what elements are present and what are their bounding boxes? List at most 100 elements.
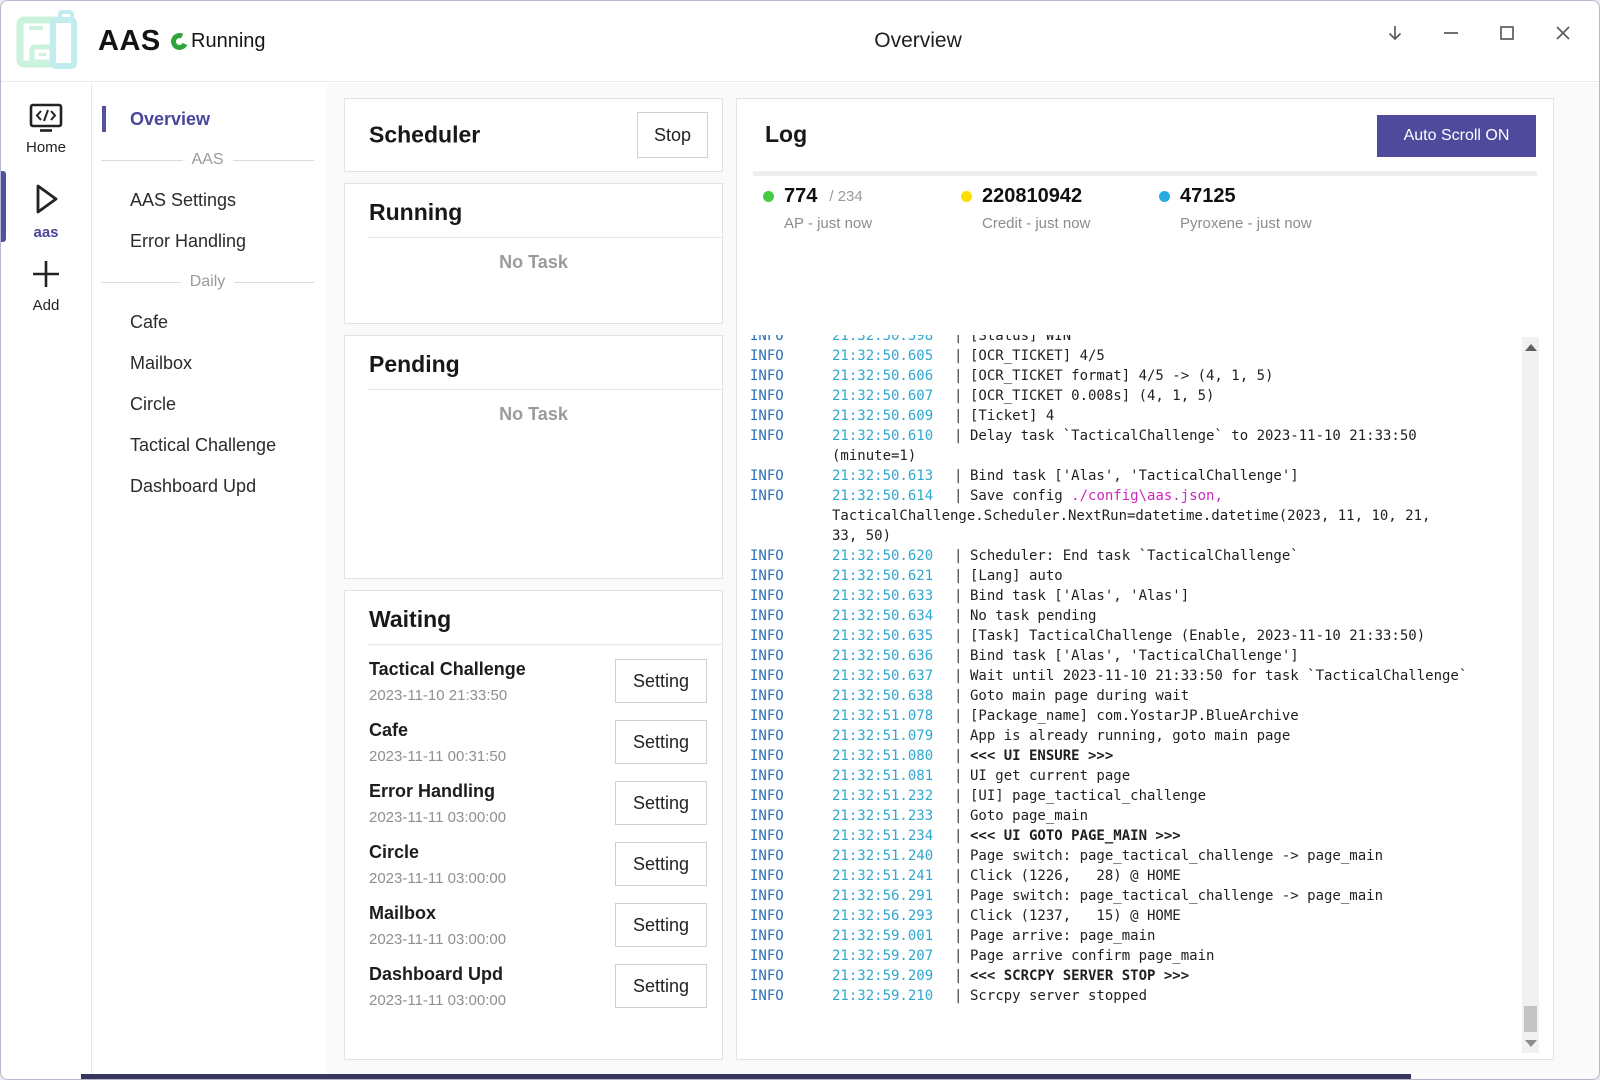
log-level: INFO bbox=[750, 866, 832, 886]
log-line: INFO21:32:51.241|Click (1226, 28) @ HOME bbox=[750, 866, 1517, 886]
log-message: No task pending bbox=[970, 608, 1096, 624]
close-button[interactable] bbox=[1535, 1, 1591, 65]
log-timestamp: 21:32:59.001 bbox=[832, 926, 954, 946]
log-message: [UI] page_tactical_challenge bbox=[970, 788, 1206, 804]
scrollbar-track[interactable] bbox=[1522, 337, 1539, 1053]
pending-empty-label: No Task bbox=[345, 404, 722, 425]
log-level: INFO bbox=[750, 966, 832, 986]
scheduler-card: Scheduler Stop bbox=[344, 98, 723, 172]
log-separator: | bbox=[954, 346, 970, 366]
rail-item-add[interactable]: Add bbox=[1, 245, 91, 322]
log-message: Delay task `TacticalChallenge` to 2023-1… bbox=[970, 428, 1417, 444]
stat-row: 220810942 bbox=[961, 185, 1159, 208]
log-message: <<< UI GOTO PAGE_MAIN >>> bbox=[970, 828, 1181, 844]
divider bbox=[367, 644, 722, 645]
log-level: INFO bbox=[750, 686, 832, 706]
stat-value: 47125 bbox=[1180, 185, 1236, 208]
log-timestamp: 21:32:59.207 bbox=[832, 946, 954, 966]
log-level: INFO bbox=[750, 566, 832, 586]
log-separator: | bbox=[954, 666, 970, 686]
log-timestamp: 21:32:59.210 bbox=[832, 986, 954, 1006]
nav-item-circle[interactable]: Circle bbox=[93, 384, 326, 425]
download-button[interactable] bbox=[1367, 1, 1423, 65]
log-separator: | bbox=[954, 686, 970, 706]
log-content: INFO21:32:50.598|[Status] WININFO21:32:5… bbox=[750, 335, 1517, 1006]
log-separator: | bbox=[954, 846, 970, 866]
log-line: INFO21:32:59.001|Page arrive: page_main bbox=[750, 926, 1517, 946]
log-level: INFO bbox=[750, 335, 832, 346]
log-line: INFO21:32:51.234|<<< UI GOTO PAGE_MAIN >… bbox=[750, 826, 1517, 846]
log-level: INFO bbox=[750, 886, 832, 906]
nav-item-dashboard-upd[interactable]: Dashboard Upd bbox=[93, 466, 326, 507]
divider bbox=[367, 389, 722, 390]
log-line: INFO21:32:51.079|App is already running,… bbox=[750, 726, 1517, 746]
task-row-dashboard-upd: Dashboard Upd2023-11-11 03:00:00Setting bbox=[369, 962, 710, 1023]
nav-item-cafe[interactable]: Cafe bbox=[93, 302, 326, 343]
nav-item-overview[interactable]: Overview bbox=[93, 99, 326, 140]
log-line: INFO21:32:51.080|<<< UI ENSURE >>> bbox=[750, 746, 1517, 766]
rail-item-aas[interactable]: aas bbox=[1, 168, 91, 245]
log-level: INFO bbox=[750, 386, 832, 406]
log-level: INFO bbox=[750, 766, 832, 786]
log-separator: | bbox=[954, 366, 970, 386]
log-message: [Lang] auto bbox=[970, 568, 1063, 584]
log-message: Scrcpy server stopped bbox=[970, 988, 1147, 1004]
log-level: INFO bbox=[750, 906, 832, 926]
log-message-continuation: 33, 50) bbox=[832, 528, 891, 544]
log-separator: | bbox=[954, 606, 970, 626]
code-monitor-icon bbox=[1, 101, 91, 135]
log-level: INFO bbox=[750, 706, 832, 726]
stat-dot-icon bbox=[961, 191, 972, 202]
auto-scroll-button[interactable]: Auto Scroll ON bbox=[1377, 115, 1536, 157]
log-message: Goto main page during wait bbox=[970, 688, 1189, 704]
divider-line bbox=[101, 160, 183, 161]
log-timestamp: 21:32:51.081 bbox=[832, 766, 954, 786]
task-setting-button[interactable]: Setting bbox=[615, 659, 707, 703]
task-setting-button[interactable]: Setting bbox=[615, 720, 707, 764]
nav-item-tactical-challenge[interactable]: Tactical Challenge bbox=[93, 425, 326, 466]
log-timestamp: 21:32:51.078 bbox=[832, 706, 954, 726]
log-separator: | bbox=[954, 886, 970, 906]
log-separator: | bbox=[954, 766, 970, 786]
nav-item-error-handling[interactable]: Error Handling bbox=[93, 221, 326, 262]
stat-label: Credit - just now bbox=[982, 215, 1159, 232]
log-message: <<< SCRCPY SERVER STOP >>> bbox=[970, 968, 1189, 984]
pending-card: Pending No Task bbox=[344, 335, 723, 579]
log-separator: | bbox=[954, 946, 970, 966]
log-timestamp: 21:32:50.635 bbox=[832, 626, 954, 646]
task-setting-button[interactable]: Setting bbox=[615, 964, 707, 1008]
nav-item-mailbox[interactable]: Mailbox bbox=[93, 343, 326, 384]
nav-item-aas-settings[interactable]: AAS Settings bbox=[93, 180, 326, 221]
task-setting-button[interactable]: Setting bbox=[615, 781, 707, 825]
log-separator: | bbox=[954, 906, 970, 926]
waiting-card: Waiting Tactical Challenge2023-11-10 21:… bbox=[344, 590, 723, 1060]
nav-section-label: Daily bbox=[190, 273, 226, 291]
log-line: INFO21:32:59.210|Scrcpy server stopped bbox=[750, 986, 1517, 1006]
log-separator: | bbox=[954, 786, 970, 806]
maximize-button[interactable] bbox=[1479, 1, 1535, 65]
log-viewport[interactable]: INFO21:32:50.598|[Status] WININFO21:32:5… bbox=[750, 335, 1517, 1012]
log-line: INFO21:32:50.621|[Lang] auto bbox=[750, 566, 1517, 586]
scrollbar-thumb[interactable] bbox=[1524, 1006, 1537, 1032]
log-line: INFO21:32:51.232|[UI] page_tactical_chal… bbox=[750, 786, 1517, 806]
log-level: INFO bbox=[750, 586, 832, 606]
log-line: INFO21:32:50.607|[OCR_TICKET 0.008s] (4,… bbox=[750, 386, 1517, 406]
scrollbar-down-icon[interactable] bbox=[1522, 1035, 1539, 1051]
task-setting-button[interactable]: Setting bbox=[615, 903, 707, 947]
scrollbar-up-icon[interactable] bbox=[1522, 339, 1539, 355]
stop-button[interactable]: Stop bbox=[637, 112, 708, 158]
log-message: Page switch: page_tactical_challenge -> … bbox=[970, 848, 1383, 864]
stat-label: Pyroxene - just now bbox=[1180, 215, 1357, 232]
log-message: [OCR_TICKET format] 4/5 -> (4, 1, 5) bbox=[970, 368, 1273, 384]
task-row-mailbox: Mailbox2023-11-11 03:00:00Setting bbox=[369, 901, 710, 962]
log-separator: | bbox=[954, 335, 970, 346]
rail-item-home[interactable]: Home bbox=[1, 83, 91, 168]
log-separator: | bbox=[954, 586, 970, 606]
log-timestamp: 21:32:51.080 bbox=[832, 746, 954, 766]
running-spinner-icon bbox=[169, 31, 191, 53]
minimize-button[interactable] bbox=[1423, 1, 1479, 65]
log-line: INFO21:32:56.293|Click (1237, 15) @ HOME bbox=[750, 906, 1517, 926]
task-setting-button[interactable]: Setting bbox=[615, 842, 707, 886]
log-separator: | bbox=[954, 866, 970, 886]
stat-credit: 220810942 Credit - just now bbox=[961, 185, 1159, 232]
